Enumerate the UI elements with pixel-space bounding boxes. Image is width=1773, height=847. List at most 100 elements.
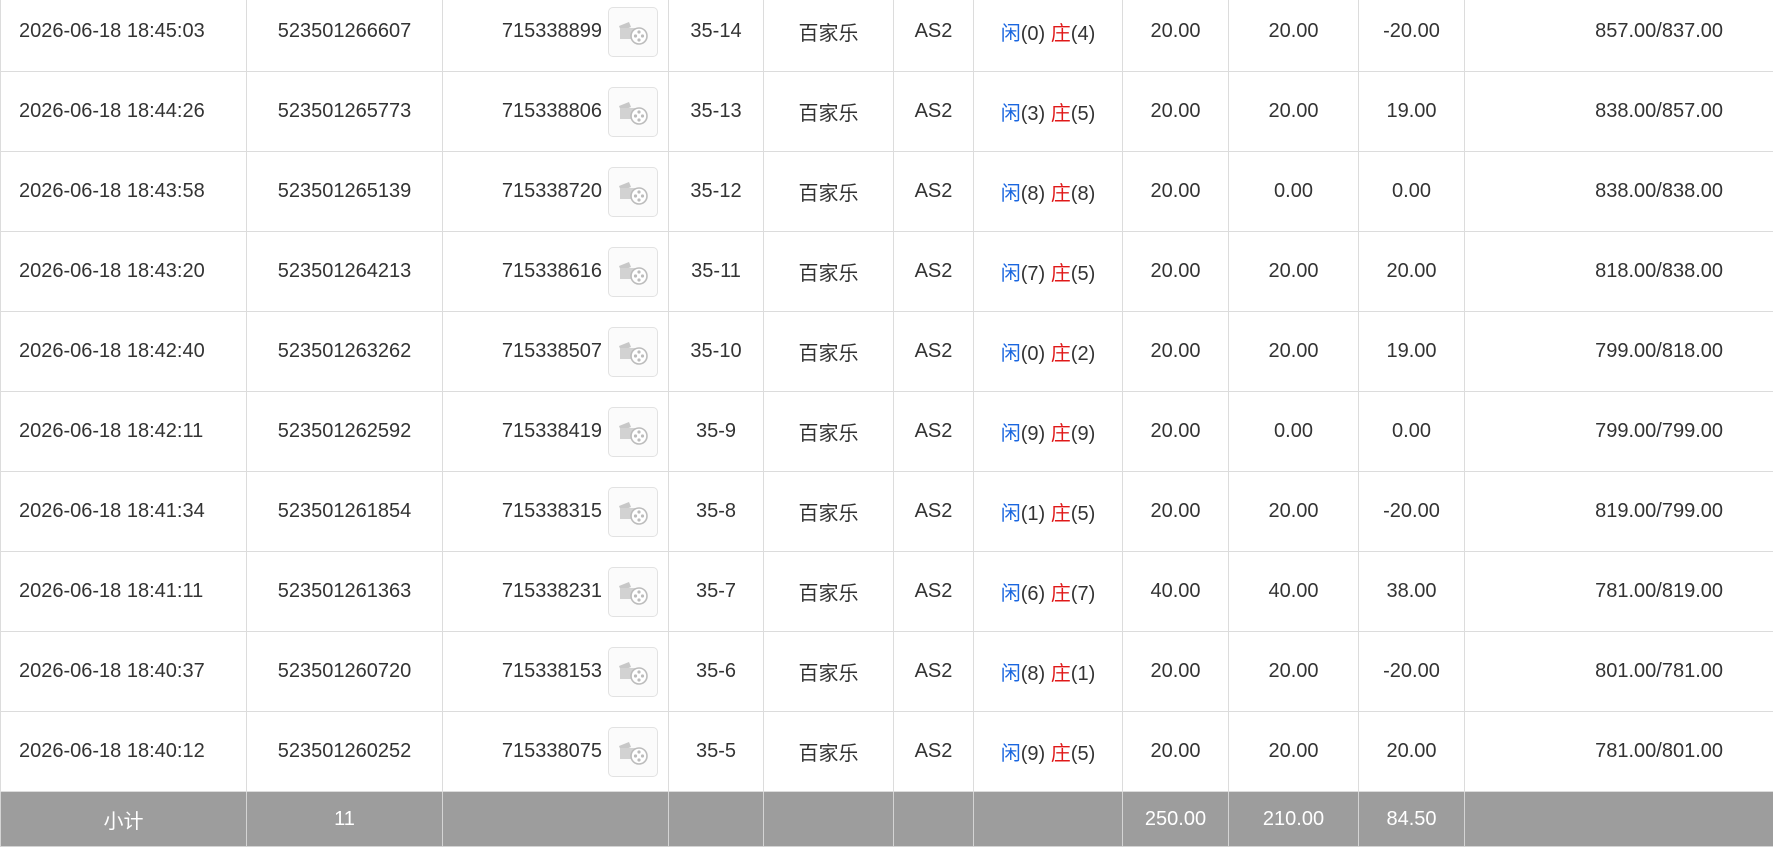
player-label: 闲 bbox=[1001, 343, 1021, 365]
bet-number: 523501262592 bbox=[247, 392, 443, 472]
result-cell: 闲(1) 庄(5) bbox=[974, 472, 1123, 552]
win-loss: 20.00 bbox=[1359, 232, 1465, 312]
player-score: (7) bbox=[1021, 263, 1045, 285]
win-loss: 19.00 bbox=[1359, 72, 1465, 152]
bet-amount: 20.00 bbox=[1123, 0, 1229, 72]
banker-label: 庄 bbox=[1051, 503, 1071, 525]
balance-change: 799.00/799.00 bbox=[1465, 392, 1773, 472]
balance-change: 799.00/818.00 bbox=[1465, 312, 1773, 392]
banker-label: 庄 bbox=[1051, 23, 1071, 45]
shoe-round: 35-5 bbox=[669, 712, 764, 792]
table-row: 2026-06-18 18:41:34 523501261854 7153383… bbox=[1, 472, 1773, 552]
subtotal-count: 11 bbox=[247, 792, 443, 847]
banker-label: 庄 bbox=[1051, 183, 1071, 205]
game-type: 百家乐 bbox=[764, 632, 894, 712]
shoe-round: 35-14 bbox=[669, 0, 764, 72]
game-type: 百家乐 bbox=[764, 712, 894, 792]
player-score: (1) bbox=[1021, 503, 1045, 525]
player-label: 闲 bbox=[1001, 743, 1021, 765]
player-score: (6) bbox=[1021, 583, 1045, 605]
round-number: 715338616 bbox=[502, 260, 602, 283]
balance-change: 857.00/837.00 bbox=[1465, 0, 1773, 72]
replay-button[interactable] bbox=[608, 567, 658, 617]
film-reel-icon bbox=[616, 337, 650, 367]
win-loss: 20.00 bbox=[1359, 712, 1465, 792]
replay-button[interactable] bbox=[608, 487, 658, 537]
result-cell: 闲(6) 庄(7) bbox=[974, 552, 1123, 632]
replay-button[interactable] bbox=[608, 7, 658, 57]
player-score: (9) bbox=[1021, 423, 1045, 445]
bet-number: 523501261363 bbox=[247, 552, 443, 632]
banker-score: (8) bbox=[1071, 183, 1095, 205]
bet-number: 523501265773 bbox=[247, 72, 443, 152]
replay-button[interactable] bbox=[608, 647, 658, 697]
balance-change: 781.00/801.00 bbox=[1465, 712, 1773, 792]
table-row: 2026-06-18 18:42:40 523501263262 7153385… bbox=[1, 312, 1773, 392]
replay-button[interactable] bbox=[608, 407, 658, 457]
win-loss: 19.00 bbox=[1359, 312, 1465, 392]
player-score: (3) bbox=[1021, 103, 1045, 125]
round-cell: 715338315 bbox=[443, 472, 669, 552]
replay-button[interactable] bbox=[608, 727, 658, 777]
bet-amount: 20.00 bbox=[1123, 472, 1229, 552]
bet-number: 523501264213 bbox=[247, 232, 443, 312]
round-number: 715338720 bbox=[502, 180, 602, 203]
table-id: AS2 bbox=[894, 232, 974, 312]
round-cell: 715338806 bbox=[443, 72, 669, 152]
win-loss: -20.00 bbox=[1359, 632, 1465, 712]
valid-bet: 20.00 bbox=[1229, 0, 1359, 72]
player-label: 闲 bbox=[1001, 263, 1021, 285]
table-id: AS2 bbox=[894, 472, 974, 552]
game-type: 百家乐 bbox=[764, 232, 894, 312]
table-row: 2026-06-18 18:41:11 523501261363 7153382… bbox=[1, 552, 1773, 632]
banker-label: 庄 bbox=[1051, 103, 1071, 125]
subtotal-empty bbox=[443, 792, 669, 847]
film-reel-icon bbox=[616, 97, 650, 127]
banker-score: (5) bbox=[1071, 103, 1095, 125]
table-row: 2026-06-18 18:44:26 523501265773 7153388… bbox=[1, 72, 1773, 152]
valid-bet: 40.00 bbox=[1229, 552, 1359, 632]
valid-bet: 20.00 bbox=[1229, 712, 1359, 792]
bet-number: 523501260252 bbox=[247, 712, 443, 792]
game-type: 百家乐 bbox=[764, 72, 894, 152]
replay-button[interactable] bbox=[608, 327, 658, 377]
balance-change: 838.00/838.00 bbox=[1465, 152, 1773, 232]
round-number: 715338153 bbox=[502, 660, 602, 683]
bet-number: 523501265139 bbox=[247, 152, 443, 232]
result-cell: 闲(9) 庄(5) bbox=[974, 712, 1123, 792]
bet-amount: 20.00 bbox=[1123, 392, 1229, 472]
round-number: 715338507 bbox=[502, 340, 602, 363]
round-cell: 715338720 bbox=[443, 152, 669, 232]
bet-time: 2026-06-18 18:44:26 bbox=[1, 72, 247, 152]
player-score: (0) bbox=[1021, 23, 1045, 45]
banker-label: 庄 bbox=[1051, 583, 1071, 605]
bet-time: 2026-06-18 18:40:37 bbox=[1, 632, 247, 712]
valid-bet: 0.00 bbox=[1229, 392, 1359, 472]
banker-score: (5) bbox=[1071, 263, 1095, 285]
bet-amount: 20.00 bbox=[1123, 632, 1229, 712]
player-label: 闲 bbox=[1001, 663, 1021, 685]
table-id: AS2 bbox=[894, 712, 974, 792]
round-number: 715338806 bbox=[502, 100, 602, 123]
valid-bet: 0.00 bbox=[1229, 152, 1359, 232]
banker-label: 庄 bbox=[1051, 263, 1071, 285]
table-id: AS2 bbox=[894, 392, 974, 472]
film-reel-icon bbox=[616, 257, 650, 287]
table-id: AS2 bbox=[894, 152, 974, 232]
banker-score: (7) bbox=[1071, 583, 1095, 605]
result-cell: 闲(7) 庄(5) bbox=[974, 232, 1123, 312]
bet-amount: 20.00 bbox=[1123, 152, 1229, 232]
replay-button[interactable] bbox=[608, 167, 658, 217]
subtotal-row: 小计 11 250.00 210.00 84.50 bbox=[1, 792, 1773, 847]
balance-change: 818.00/838.00 bbox=[1465, 232, 1773, 312]
valid-bet: 20.00 bbox=[1229, 312, 1359, 392]
bet-time: 2026-06-18 18:45:03 bbox=[1, 0, 247, 72]
bet-time: 2026-06-18 18:41:34 bbox=[1, 472, 247, 552]
replay-button[interactable] bbox=[608, 247, 658, 297]
subtotal-empty bbox=[974, 792, 1123, 847]
banker-label: 庄 bbox=[1051, 663, 1071, 685]
table-row: 2026-06-18 18:45:03 523501266607 7153388… bbox=[1, 0, 1773, 72]
shoe-round: 35-7 bbox=[669, 552, 764, 632]
replay-button[interactable] bbox=[608, 87, 658, 137]
film-reel-icon bbox=[616, 177, 650, 207]
